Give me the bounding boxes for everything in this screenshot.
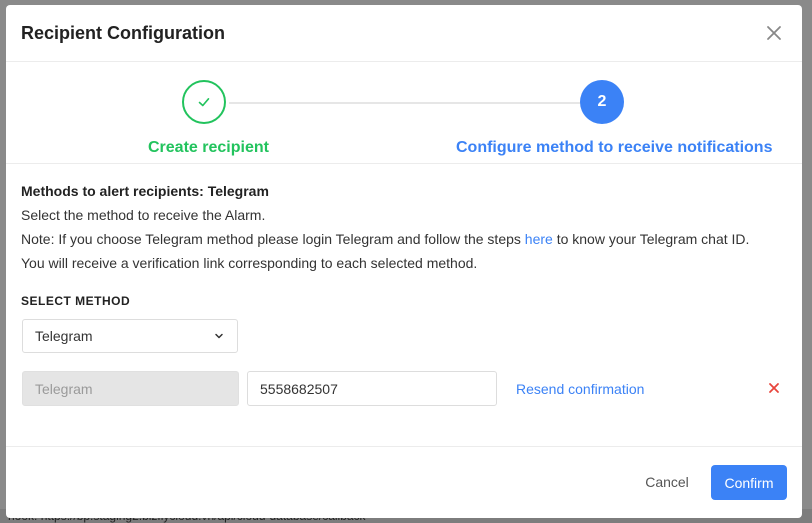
method-select[interactable]: Telegram xyxy=(22,319,238,353)
step-2-indicator: 2 xyxy=(580,80,624,124)
close-icon xyxy=(769,383,779,393)
cancel-button[interactable]: Cancel xyxy=(632,464,702,499)
modal-header: Recipient Configuration xyxy=(6,5,802,62)
chevron-down-icon xyxy=(213,330,225,342)
modal-footer: Cancel Confirm xyxy=(6,446,802,518)
verification-text: You will receive a verification link cor… xyxy=(21,255,478,271)
stepper: Create recipient 2 Configure method to r… xyxy=(6,62,802,164)
select-method-label: SELECT METHOD xyxy=(21,294,131,308)
method-type-value: Telegram xyxy=(35,380,93,397)
recipient-config-modal: Recipient Configuration Create recipient… xyxy=(6,5,802,518)
method-content: Methods to alert recipients: Telegram Se… xyxy=(21,183,787,279)
close-icon xyxy=(767,26,781,40)
note-prefix: Note: If you choose Telegram method plea… xyxy=(21,231,525,247)
step-2-number: 2 xyxy=(597,93,607,110)
close-button[interactable] xyxy=(764,23,784,43)
instruction-text: Select the method to receive the Alarm. xyxy=(21,207,266,223)
chat-id-input[interactable]: 5558682507 xyxy=(247,371,497,406)
remove-method-button[interactable] xyxy=(766,380,782,396)
methods-title: Methods to alert recipients: Telegram xyxy=(21,183,269,199)
method-type-field: Telegram xyxy=(22,371,239,406)
here-link[interactable]: here xyxy=(525,231,553,247)
step-2-label: Configure method to receive notification… xyxy=(456,139,773,156)
note-text: Note: If you choose Telegram method plea… xyxy=(21,231,787,247)
chat-id-value: 5558682507 xyxy=(260,380,338,397)
step-1-label: Create recipient xyxy=(148,139,269,156)
step-1-indicator xyxy=(182,80,226,124)
modal-title: Recipient Configuration xyxy=(21,23,225,43)
confirm-button[interactable]: Confirm xyxy=(711,465,787,500)
note-suffix: to know your Telegram chat ID. xyxy=(552,231,750,247)
step-connector xyxy=(229,102,581,104)
resend-confirmation-link[interactable]: Resend confirmation xyxy=(516,381,644,397)
check-icon xyxy=(198,98,210,107)
method-select-value: Telegram xyxy=(35,328,93,344)
